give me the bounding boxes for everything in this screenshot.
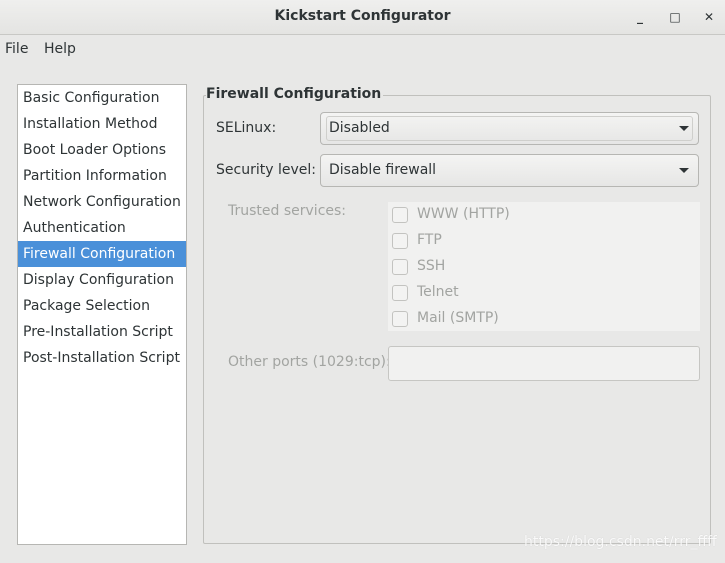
checkbox-ssh[interactable] [392, 259, 408, 275]
checkbox-ftp[interactable] [392, 233, 408, 249]
sidebar-item-installation-method[interactable]: Installation Method [18, 111, 186, 137]
sidebar-item-display-configuration[interactable]: Display Configuration [18, 267, 186, 293]
other-ports-label: Other ports (1029:tcp): [228, 354, 391, 370]
selinux-label: SELinux: [216, 120, 277, 136]
title-bar: Kickstart Configurator _ □ ✕ [0, 0, 725, 35]
service-label: WWW (HTTP) [417, 206, 510, 222]
selinux-dropdown[interactable]: Disabled [320, 112, 699, 145]
sidebar-item-post-installation-script[interactable]: Post-Installation Script [18, 345, 186, 371]
sidebar-item-partition-information[interactable]: Partition Information [18, 163, 186, 189]
sidebar-item-basic-configuration[interactable]: Basic Configuration [18, 85, 186, 111]
minimize-icon[interactable]: _ [631, 8, 649, 26]
security-level-dropdown[interactable]: Disable firewall [320, 154, 699, 187]
sidebar-item-package-selection[interactable]: Package Selection [18, 293, 186, 319]
service-label: Telnet [417, 284, 459, 300]
menu-file[interactable]: File [5, 41, 28, 57]
chevron-down-icon [679, 168, 689, 173]
service-label: FTP [417, 232, 442, 248]
service-label: SSH [417, 258, 446, 274]
checkbox-mail-smtp[interactable] [392, 311, 408, 327]
sidebar-item-network-configuration[interactable]: Network Configuration [18, 189, 186, 215]
sidebar-item-pre-installation-script[interactable]: Pre-Installation Script [18, 319, 186, 345]
section-list: Basic Configuration Installation Method … [17, 84, 187, 545]
watermark: https://blog.csdn.net/rrr_ffff [524, 534, 717, 550]
menu-help[interactable]: Help [44, 41, 76, 57]
menu-bar: File Help [0, 36, 725, 64]
frame-title: Firewall Configuration [206, 86, 384, 102]
security-level-label: Security level: [216, 162, 316, 178]
sidebar-item-boot-loader-options[interactable]: Boot Loader Options [18, 137, 186, 163]
maximize-icon[interactable]: □ [666, 8, 684, 26]
close-icon[interactable]: ✕ [700, 8, 718, 26]
selinux-value: Disabled [329, 120, 390, 136]
trusted-services-label: Trusted services: [228, 203, 347, 219]
sidebar-item-firewall-configuration[interactable]: Firewall Configuration [18, 241, 186, 267]
service-label: Mail (SMTP) [417, 310, 499, 326]
chevron-down-icon [679, 126, 689, 131]
sidebar-item-authentication[interactable]: Authentication [18, 215, 186, 241]
other-ports-input[interactable] [388, 346, 700, 381]
window-title: Kickstart Configurator [274, 8, 451, 24]
security-level-value: Disable firewall [329, 162, 437, 178]
checkbox-telnet[interactable] [392, 285, 408, 301]
trusted-services-list: WWW (HTTP) FTP SSH Telnet Mail (SMTP) [388, 202, 700, 331]
checkbox-www-http[interactable] [392, 207, 408, 223]
